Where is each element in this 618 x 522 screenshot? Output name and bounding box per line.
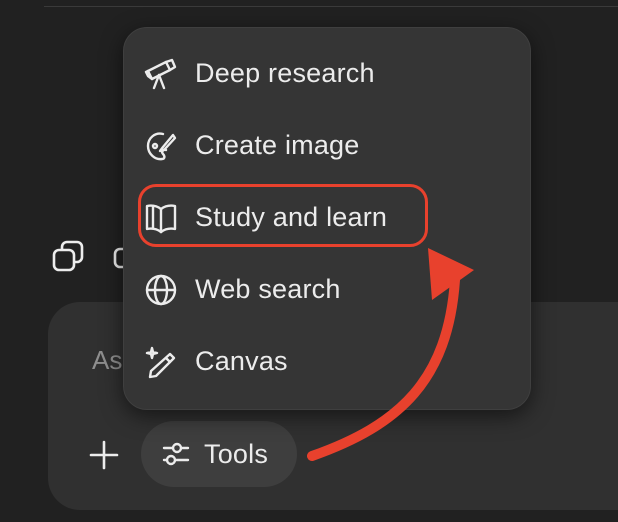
menu-item-study-and-learn[interactable]: Study and learn: [124, 188, 540, 248]
menu-item-label: Canvas: [195, 346, 288, 376]
pencil-sparkle-icon: [145, 346, 176, 379]
tools-button-label: Tools: [204, 438, 269, 469]
menu-item-label: Web search: [195, 274, 341, 304]
book-open-icon: [145, 204, 177, 234]
telescope-icon: [144, 58, 177, 90]
app-screen: Tools Deep research Create image: [0, 0, 618, 522]
palette-icon: [146, 132, 177, 161]
menu-item-create-image[interactable]: Create image: [124, 116, 540, 176]
globe-icon: [145, 274, 177, 306]
add-attachment-button[interactable]: [82, 433, 126, 477]
menu-item-label: Deep research: [195, 58, 375, 88]
plus-icon: [89, 440, 119, 470]
copy-icon: [52, 240, 84, 272]
menu-item-label: Create image: [195, 130, 360, 160]
copy-button[interactable]: [48, 236, 88, 276]
menu-item-canvas[interactable]: Canvas: [124, 332, 540, 392]
top-divider: [44, 0, 618, 7]
tools-menu: Deep research Create image Study and lea…: [123, 27, 531, 410]
tools-button[interactable]: Tools: [141, 421, 297, 487]
menu-item-deep-research[interactable]: Deep research: [124, 44, 540, 104]
menu-item-web-search[interactable]: Web search: [124, 260, 540, 320]
sliders-icon: [162, 442, 190, 466]
menu-item-label: Study and learn: [195, 202, 388, 232]
